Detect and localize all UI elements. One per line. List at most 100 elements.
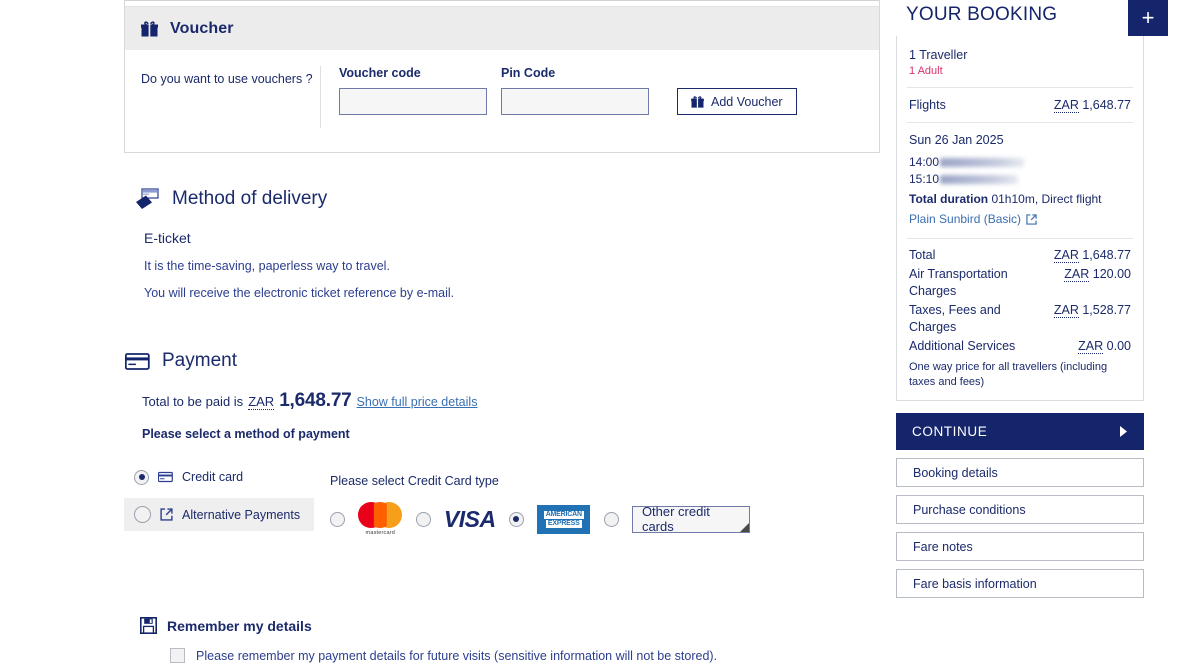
save-floppy-icon	[140, 617, 157, 634]
payment-method-credit-card[interactable]: Credit card	[124, 461, 314, 493]
mastercard-radio[interactable]	[330, 511, 345, 527]
credit-card-icon-small	[158, 471, 173, 483]
price-note: One way price for all travellers (includ…	[909, 361, 1108, 388]
flights-amount: 1,648.77	[1082, 98, 1131, 112]
add-voucher-button[interactable]: Add Voucher	[677, 88, 797, 115]
total-prefix: Total to be paid is	[142, 394, 244, 409]
voucher-code-field: Voucher code	[339, 66, 487, 115]
payment-method-list: Credit card Alternative Payments	[124, 461, 314, 531]
departure-time: 14:00	[909, 155, 940, 169]
price-amount: 1,528.77	[1082, 303, 1131, 317]
pin-code-field: Pin Code	[501, 66, 649, 115]
sidebar-link-fare-notes[interactable]: Fare notes	[896, 532, 1144, 561]
flights-currency: ZAR	[1053, 98, 1079, 113]
amex-line-2: EXPRESS	[545, 519, 582, 528]
flight-arrival-leg: 15:10	[909, 172, 1131, 186]
credit-card-label: Credit card	[182, 470, 244, 484]
remember-heading: Remember my details	[124, 617, 880, 634]
price-line: Additional Services ZAR 0.00	[909, 338, 1131, 355]
plus-icon[interactable]: +	[1128, 0, 1168, 36]
eticket-subtitle: E-ticket	[144, 230, 191, 246]
price-value: ZAR 1,528.77	[1053, 302, 1131, 319]
sidebar-link-fare-basis-information[interactable]: Fare basis information	[896, 569, 1144, 598]
chevron-right-icon	[1119, 426, 1128, 437]
price-value: ZAR 1,648.77	[1053, 247, 1131, 264]
credit-card-radio[interactable]	[134, 469, 149, 485]
traveller-count: 1 Traveller	[909, 48, 968, 62]
card-type-prompt: Please select Credit Card type	[330, 474, 499, 488]
voucher-header: Voucher	[125, 6, 879, 50]
amex-radio[interactable]	[508, 511, 524, 527]
flight-date: Sun 26 Jan 2025	[909, 133, 1004, 147]
total-amount: 1,648.77	[279, 390, 352, 411]
alternative-payments-radio[interactable]	[134, 506, 151, 523]
price-breakdown: Total ZAR 1,648.77 Air Transportation Ch…	[897, 239, 1143, 400]
voucher-section: Voucher Do you want to use vouchers ? Vo…	[124, 0, 880, 153]
gift-icon	[141, 20, 158, 37]
sidebar-title: YOUR BOOKING	[906, 4, 1058, 25]
add-voucher-label: Add Voucher	[711, 94, 783, 109]
price-currency: ZAR	[1078, 339, 1104, 354]
eticket-line-2: You will receive the electronic ticket r…	[144, 286, 455, 300]
sidebar-link-booking-details[interactable]: Booking details	[896, 458, 1144, 487]
price-amount: 0.00	[1106, 339, 1131, 353]
price-label: Additional Services	[909, 339, 1016, 353]
payment-total-row: Total to be paid is ZAR 1,648.77 Show fu…	[142, 390, 880, 412]
pin-code-input[interactable]	[501, 88, 649, 115]
remember-checkbox-row[interactable]: Please remember my payment details for f…	[170, 648, 880, 663]
voucher-title: Voucher	[170, 19, 234, 37]
duration-label: Total duration	[909, 192, 989, 206]
flights-price-row: Flights ZAR 1,648.77	[897, 88, 1143, 122]
price-currency: ZAR	[1053, 248, 1079, 263]
payment-heading: Payment	[124, 350, 880, 372]
fare-name-label: Plain Sunbird (Basic)	[909, 212, 1022, 226]
price-line: Total ZAR 1,648.77	[909, 247, 1131, 264]
continue-button[interactable]: CONTINUE	[896, 413, 1144, 450]
price-currency: ZAR	[1053, 303, 1079, 318]
remember-title: Remember my details	[167, 617, 312, 634]
payment-method-alternative[interactable]: Alternative Payments	[124, 498, 314, 531]
payment-method-prompt: Please select a method of payment	[142, 427, 350, 441]
envelope-send-icon	[135, 188, 160, 210]
booking-summary-card: 1 Traveller 1 Adult Flights ZAR 1,648.77…	[896, 36, 1144, 401]
remember-checkbox[interactable]	[170, 648, 185, 663]
traveller-detail: 1 Adult	[909, 65, 943, 77]
delivery-heading: Method of delivery	[124, 188, 880, 210]
other-cards-radio[interactable]	[603, 511, 619, 527]
external-link-icon	[1026, 213, 1037, 225]
visa-radio[interactable]	[415, 511, 431, 527]
price-line: Air Transportation Charges ZAR 120.00	[909, 266, 1131, 300]
continue-label: CONTINUE	[912, 424, 988, 439]
alternative-payments-label: Alternative Payments	[182, 507, 301, 522]
price-label: Taxes, Fees and Charges	[909, 303, 1001, 334]
visa-logo[interactable]: VISA	[444, 506, 496, 533]
mastercard-circles	[358, 502, 403, 528]
voucher-code-input[interactable]	[339, 88, 487, 115]
flight-departure-leg: 14:00	[909, 155, 1131, 169]
price-value: ZAR 120.00	[1064, 266, 1131, 283]
checkout-page: Voucher Do you want to use vouchers ? Vo…	[0, 0, 1200, 672]
sidebar-header: YOUR BOOKING +	[896, 0, 1168, 36]
voucher-body: Do you want to use vouchers ? Voucher co…	[125, 50, 879, 152]
price-line: Taxes, Fees and Charges ZAR 1,528.77	[909, 302, 1131, 336]
credit-card-icon	[125, 352, 150, 371]
card-type-row: mastercard VISA AMERICAN EXPRESS Other c…	[330, 502, 751, 536]
main-content-column: Voucher Do you want to use vouchers ? Vo…	[124, 0, 880, 672]
remember-details-section: Remember my details Please remember my p…	[124, 617, 880, 663]
price-label: Total	[909, 248, 936, 262]
your-booking-sidebar: YOUR BOOKING + 1 Traveller 1 Adult Fligh…	[896, 0, 1168, 598]
show-price-details-link[interactable]: Show full price details	[357, 395, 478, 409]
amex-logo[interactable]: AMERICAN EXPRESS	[537, 504, 591, 534]
mastercard-logo[interactable]: mastercard	[358, 502, 403, 536]
voucher-question: Do you want to use vouchers ?	[125, 66, 321, 128]
arrival-time: 15:10	[909, 172, 940, 186]
mastercard-wordmark: mastercard	[365, 530, 396, 536]
flight-details-block: Sun 26 Jan 2025 14:00 15:10 Total durati…	[897, 123, 1143, 238]
sidebar-link-purchase-conditions[interactable]: Purchase conditions	[896, 495, 1144, 524]
method-of-delivery-section: Method of delivery E-ticket It is the ti…	[124, 188, 880, 300]
other-credit-cards-select[interactable]: Other credit cards	[631, 504, 751, 534]
fare-name-link[interactable]: Plain Sunbird (Basic)	[909, 212, 1131, 226]
price-amount: 1,648.77	[1082, 248, 1131, 262]
flight-duration: Total duration 01h10m, Direct flight	[909, 192, 1131, 206]
voucher-code-label: Voucher code	[339, 66, 421, 80]
